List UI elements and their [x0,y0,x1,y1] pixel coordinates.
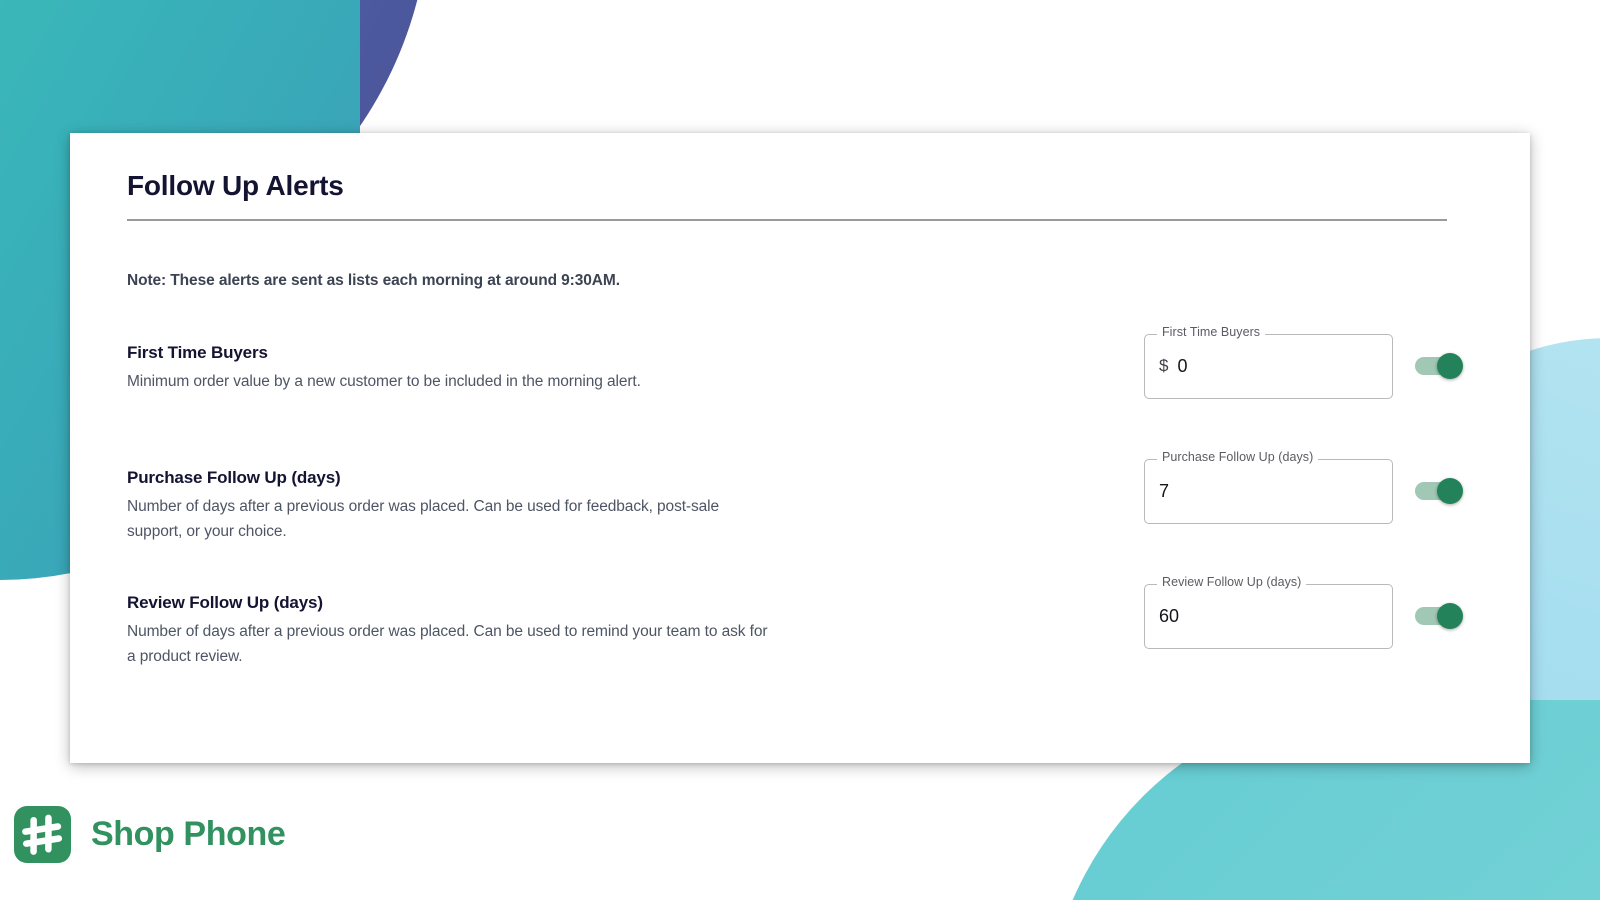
input-outline [1144,583,1393,649]
purchase-follow-up-input-wrapper[interactable]: Purchase Follow Up (days) 7 [1144,451,1393,524]
purchase-follow-up-toggle[interactable] [1415,478,1463,505]
app-background: Follow Up Alerts Note: These alerts are … [0,0,1600,900]
brand-logo: Shop Phone [14,806,286,863]
setting-text-block: First Time Buyers Minimum order value by… [127,334,827,394]
purchase-follow-up-input-value[interactable]: 7 [1159,481,1169,502]
title-divider [127,218,1447,221]
setting-title: Review Follow Up (days) [127,592,323,612]
setting-description: Number of days after a previous order wa… [127,622,768,665]
brand-name: Shop Phone [91,815,286,853]
setting-title: Purchase Follow Up (days) [127,467,341,487]
toggle-thumb [1437,603,1463,630]
setting-row-purchase-follow-up: Purchase Follow Up (days) Number of days… [127,451,1473,571]
input-label: Purchase Follow Up (days) [1157,451,1319,464]
setting-controls: First Time Buyers $ 0 [1144,326,1463,399]
input-outline [1144,458,1393,524]
alerts-note: Note: These alerts are sent as lists eac… [127,271,620,289]
setting-row-first-time-buyers: First Time Buyers Minimum order value by… [127,326,1473,446]
first-time-buyers-input-wrapper[interactable]: First Time Buyers $ 0 [1144,326,1393,399]
toggle-thumb [1437,478,1463,505]
setting-controls: Purchase Follow Up (days) 7 [1144,451,1463,524]
setting-text-block: Purchase Follow Up (days) Number of days… [127,459,827,544]
input-content: $ 0 [1159,334,1187,399]
setting-row-review-follow-up: Review Follow Up (days) Number of days a… [127,576,1473,696]
page-title: Follow Up Alerts [127,170,344,201]
setting-description: Minimum order value by a new customer to… [127,372,641,390]
currency-adornment: $ [1159,356,1169,376]
setting-title: First Time Buyers [127,342,268,362]
setting-description: Number of days after a previous order wa… [127,497,720,540]
setting-controls: Review Follow Up (days) 60 [1144,576,1463,649]
hash-icon [14,806,71,863]
input-label: Review Follow Up (days) [1157,576,1307,589]
first-time-buyers-toggle[interactable] [1415,353,1463,380]
input-content: 7 [1159,459,1169,524]
review-follow-up-input-wrapper[interactable]: Review Follow Up (days) 60 [1144,576,1393,649]
input-content: 60 [1159,584,1179,649]
review-follow-up-toggle[interactable] [1415,603,1463,630]
follow-up-alerts-card: Follow Up Alerts Note: These alerts are … [70,133,1530,763]
first-time-buyers-input-value[interactable]: 0 [1177,356,1187,377]
setting-text-block: Review Follow Up (days) Number of days a… [127,584,827,669]
settings-list: First Time Buyers Minimum order value by… [127,326,1473,696]
review-follow-up-input-value[interactable]: 60 [1159,606,1179,627]
toggle-thumb [1437,353,1463,380]
